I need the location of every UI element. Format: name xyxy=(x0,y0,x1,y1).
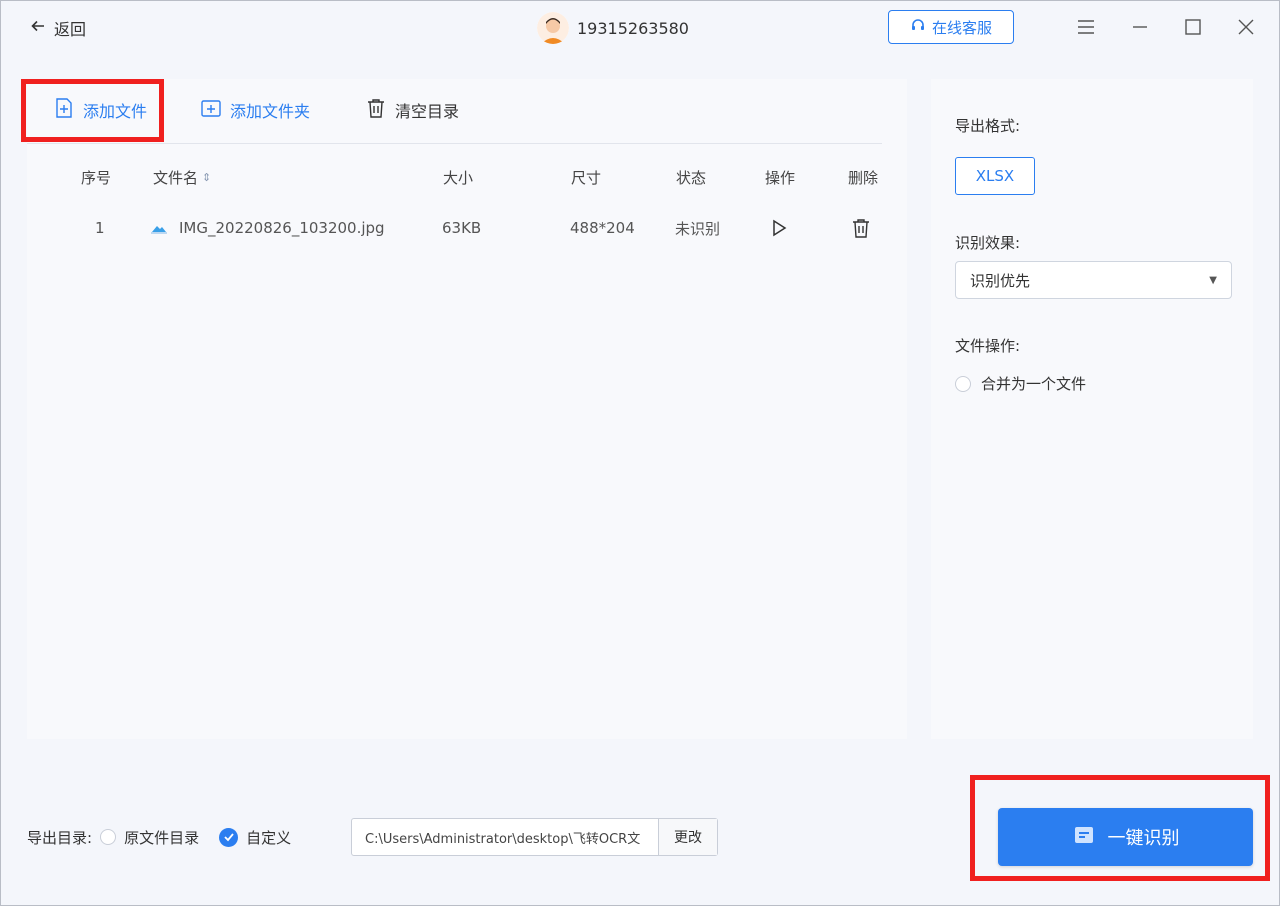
export-dir-row: 导出目录: 原文件目录 自定义 xyxy=(27,818,291,856)
image-file-icon xyxy=(149,216,169,240)
custom-dir-radio-checked[interactable] xyxy=(219,827,239,847)
col-action: 操作 xyxy=(765,169,796,187)
minimize-icon[interactable] xyxy=(1130,17,1150,37)
file-list-panel: 添加文件 添加文件夹 清空目录 序号 文件名 ⇕ 大小 尺寸 状态 操作 删除 … xyxy=(27,79,907,739)
chevron-down-icon: ▼ xyxy=(1209,275,1217,286)
settings-panel: 导出格式: XLSX 识别效果: 识别优先 ▼ 文件操作: 合并为一个文件 xyxy=(931,79,1253,739)
row-index: 1 xyxy=(95,219,105,237)
file-op-label: 文件操作: xyxy=(955,337,1021,355)
row-status: 未识别 xyxy=(675,219,721,238)
avatar xyxy=(537,12,569,44)
export-path-field[interactable]: C:\Users\Administrator\desktop\飞转OCR文 更改 xyxy=(351,818,718,856)
add-folder-button[interactable]: 添加文件夹 xyxy=(200,97,310,123)
effect-label: 识别效果: xyxy=(955,234,1021,252)
menu-icon[interactable] xyxy=(1076,17,1096,37)
back-label: 返回 xyxy=(54,20,87,39)
col-delete: 删除 xyxy=(848,169,879,187)
merge-option[interactable]: 合并为一个文件 xyxy=(955,373,1086,394)
row-filename: IMG_20220826_103200.jpg xyxy=(179,219,385,237)
user-phone: 19315263580 xyxy=(577,18,689,38)
delete-row-icon[interactable] xyxy=(850,213,872,243)
add-folder-label: 添加文件夹 xyxy=(230,102,311,121)
row-dimensions: 488*204 xyxy=(570,219,635,237)
back-button[interactable]: 返回 xyxy=(30,16,86,40)
col-filename-label: 文件名 xyxy=(153,169,199,187)
add-folder-icon xyxy=(200,97,222,123)
headset-icon xyxy=(910,17,926,37)
user-info[interactable]: 19315263580 xyxy=(537,12,689,44)
close-icon[interactable] xyxy=(1236,17,1256,37)
online-service-button[interactable]: 在线客服 xyxy=(888,10,1014,44)
export-format-label: 导出格式: xyxy=(955,117,1021,135)
format-xlsx-button[interactable]: XLSX xyxy=(955,157,1035,195)
export-dir-label: 导出目录: xyxy=(27,828,93,847)
row-size: 63KB xyxy=(442,219,482,237)
play-icon[interactable] xyxy=(769,213,789,243)
effect-select[interactable]: 识别优先 ▼ xyxy=(955,261,1232,299)
export-path-value[interactable]: C:\Users\Administrator\desktop\飞转OCR文 xyxy=(352,828,658,847)
merge-radio[interactable] xyxy=(955,375,971,392)
highlight-add-file xyxy=(21,79,164,142)
arrow-left-icon xyxy=(30,18,46,38)
col-status: 状态 xyxy=(676,169,707,187)
merge-label: 合并为一个文件 xyxy=(981,375,1087,393)
effect-value: 识别优先 xyxy=(970,271,1031,290)
title-bar: 返回 19315263580 在线客服 xyxy=(0,0,1280,56)
online-service-label: 在线客服 xyxy=(931,18,992,37)
option-custom-label: 自定义 xyxy=(246,828,292,847)
col-filename[interactable]: 文件名 ⇕ xyxy=(153,167,211,188)
option-custom-dir[interactable]: 自定义 xyxy=(219,827,291,848)
clear-list-button[interactable]: 清空目录 xyxy=(365,97,459,123)
clear-list-label: 清空目录 xyxy=(395,102,460,121)
option-original-dir[interactable]: 原文件目录 xyxy=(100,827,199,848)
table-row[interactable]: 1 IMG_20220826_103200.jpg 63KB 488*204 未… xyxy=(27,213,907,243)
row-filename-cell: IMG_20220826_103200.jpg xyxy=(149,213,385,243)
original-dir-radio[interactable] xyxy=(100,829,117,845)
col-dimensions: 尺寸 xyxy=(571,169,602,187)
maximize-icon[interactable] xyxy=(1183,17,1203,37)
col-size: 大小 xyxy=(443,169,474,187)
highlight-recognize xyxy=(970,775,1270,881)
trash-icon xyxy=(365,97,387,123)
col-index: 序号 xyxy=(81,169,112,187)
change-path-button[interactable]: 更改 xyxy=(658,819,717,855)
table-header: 序号 文件名 ⇕ 大小 尺寸 状态 操作 删除 xyxy=(27,167,907,193)
option-original-label: 原文件目录 xyxy=(124,828,200,847)
sort-icon[interactable]: ⇕ xyxy=(202,171,211,184)
